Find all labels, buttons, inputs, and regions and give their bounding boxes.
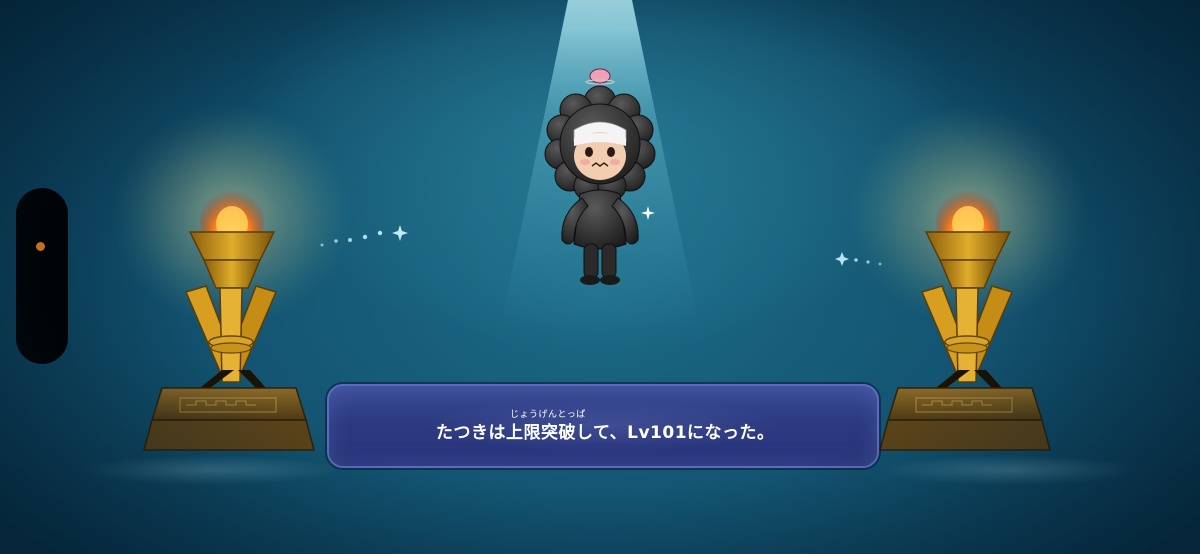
dialog-message: たつきは上限突破して、Lv101になった。 [436,423,775,443]
torch-right [848,120,1088,460]
character-figure[interactable] [530,64,670,294]
torch-icon [879,182,1051,451]
torch-icon [143,182,315,451]
torch-left [110,120,350,460]
orange-dot-icon [36,242,45,251]
game-scene[interactable]: じょうげんとっぱ たつきは上限突破して、Lv101になった。 [0,0,1200,554]
character-icon [544,68,656,285]
side-panel-pill[interactable] [16,188,68,364]
